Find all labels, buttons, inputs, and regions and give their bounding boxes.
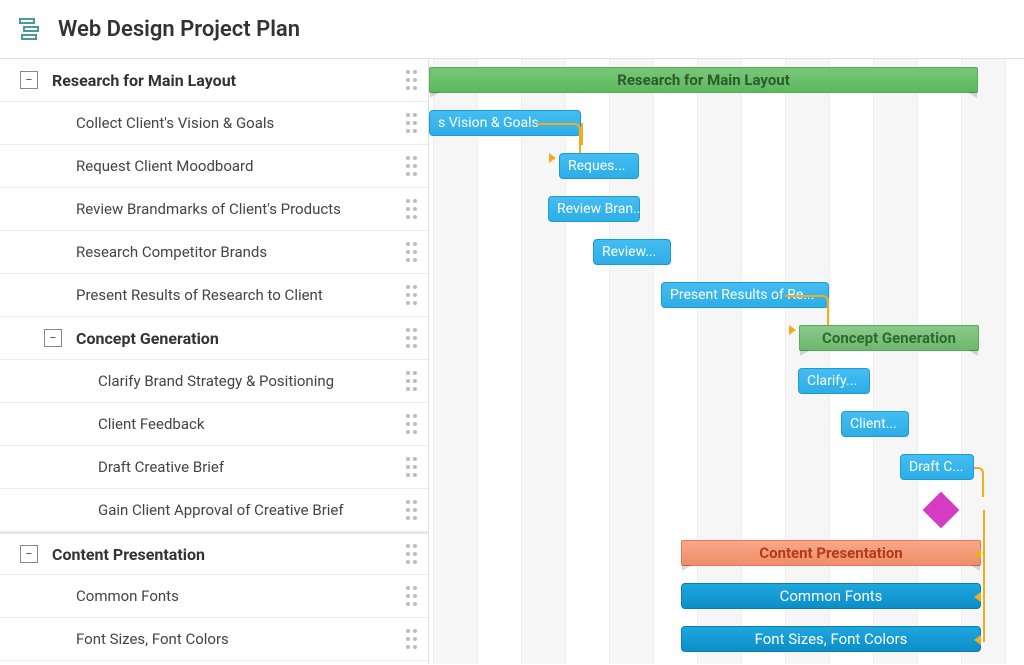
drag-handle-icon[interactable] bbox=[404, 446, 418, 488]
task-label: Present Results of Research to Client bbox=[76, 286, 323, 304]
task-bar[interactable]: Client... bbox=[841, 411, 909, 437]
task-bar[interactable]: Reques... bbox=[559, 153, 639, 179]
collapse-toggle[interactable]: − bbox=[20, 71, 38, 89]
header: Web Design Project Plan bbox=[0, 0, 1024, 58]
gantt-icon bbox=[18, 16, 44, 42]
task-label: Font Sizes, Font Colors bbox=[76, 630, 229, 648]
task-row[interactable]: Common Fonts bbox=[0, 575, 428, 618]
task-bar[interactable]: Clarify... bbox=[798, 368, 870, 394]
task-row[interactable]: Request Client Moodboard bbox=[0, 145, 428, 188]
bar-label: Font Sizes, Font Colors bbox=[755, 630, 908, 648]
group-row-research[interactable]: − Research for Main Layout bbox=[0, 59, 428, 102]
dependency-line bbox=[981, 512, 985, 552]
bar-label: Draft C... bbox=[909, 459, 963, 475]
task-row[interactable]: Collect Client's Vision & Goals bbox=[0, 102, 428, 145]
drag-handle-icon[interactable] bbox=[404, 231, 418, 273]
bar-label: Research for Main Layout bbox=[617, 71, 790, 89]
drag-handle-icon[interactable] bbox=[404, 145, 418, 187]
collapse-toggle[interactable]: − bbox=[20, 545, 38, 563]
bar-label: Common Fonts bbox=[780, 587, 883, 605]
dependency-arrow-icon bbox=[974, 635, 981, 645]
page-title: Web Design Project Plan bbox=[58, 17, 300, 42]
drag-handle-icon[interactable] bbox=[404, 59, 418, 101]
drag-handle-icon[interactable] bbox=[404, 188, 418, 230]
body: − Research for Main Layout Collect Clien… bbox=[0, 58, 1024, 664]
task-row[interactable]: Draft Creative Brief bbox=[0, 446, 428, 489]
drag-handle-icon[interactable] bbox=[404, 274, 418, 316]
drag-handle-icon[interactable] bbox=[404, 534, 418, 574]
task-bar[interactable]: Common Fonts bbox=[681, 583, 981, 609]
task-label: Review Brandmarks of Client's Products bbox=[76, 200, 341, 218]
task-label: Draft Creative Brief bbox=[98, 458, 224, 476]
group-label: Concept Generation bbox=[76, 329, 219, 348]
task-label: Request Client Moodboard bbox=[76, 157, 253, 175]
task-label: Client Feedback bbox=[98, 415, 204, 433]
drag-handle-icon[interactable] bbox=[404, 102, 418, 144]
milestone-diamond-icon[interactable] bbox=[923, 492, 960, 529]
bar-label: s Vision & Goals bbox=[438, 115, 539, 131]
drag-handle-icon[interactable] bbox=[404, 618, 418, 660]
summary-bar-concept[interactable]: Concept Generation bbox=[799, 325, 979, 351]
drag-handle-icon[interactable] bbox=[404, 317, 418, 359]
task-row[interactable]: Review Brandmarks of Client's Products bbox=[0, 188, 428, 231]
summary-bar-research[interactable]: Research for Main Layout bbox=[429, 67, 978, 93]
task-bar[interactable]: Draft C... bbox=[900, 454, 974, 480]
summary-bar-content[interactable]: Content Presentation bbox=[681, 540, 981, 566]
drag-handle-icon[interactable] bbox=[404, 575, 418, 617]
task-row[interactable]: Research Competitor Brands bbox=[0, 231, 428, 274]
drag-handle-icon[interactable] bbox=[404, 489, 418, 531]
task-row[interactable]: Present Results of Research to Client bbox=[0, 274, 428, 317]
bar-label: Clarify... bbox=[807, 373, 857, 389]
group-row-content[interactable]: − Content Presentation bbox=[0, 532, 428, 575]
bar-label: Review... bbox=[602, 244, 656, 260]
task-bar[interactable]: Font Sizes, Font Colors bbox=[681, 626, 981, 652]
task-tree: − Research for Main Layout Collect Clien… bbox=[0, 59, 429, 664]
task-label: Collect Client's Vision & Goals bbox=[76, 114, 274, 132]
task-bar[interactable]: Review Bran... bbox=[548, 196, 640, 222]
bar-label: Review Bran... bbox=[557, 201, 644, 217]
group-label: Research for Main Layout bbox=[52, 71, 236, 90]
collapse-toggle[interactable]: − bbox=[44, 329, 62, 347]
dependency-line bbox=[581, 123, 583, 145]
drag-handle-icon[interactable] bbox=[404, 360, 418, 402]
task-label: Clarify Brand Strategy & Positioning bbox=[98, 372, 334, 390]
bar-label: Content Presentation bbox=[759, 544, 902, 562]
task-row[interactable]: Font Sizes, Font Colors bbox=[0, 618, 428, 661]
gantt-bars: Research for Main Layout s Vision & Goal… bbox=[429, 59, 1024, 664]
group-row-concept[interactable]: − Concept Generation bbox=[0, 317, 428, 360]
dependency-arrow-icon bbox=[974, 549, 981, 559]
task-row[interactable]: Clarify Brand Strategy & Positioning bbox=[0, 360, 428, 403]
gantt-chart[interactable]: Research for Main Layout s Vision & Goal… bbox=[429, 59, 1024, 664]
task-label: Common Fonts bbox=[76, 587, 179, 605]
bar-label: Reques... bbox=[568, 158, 625, 174]
task-bar[interactable]: Review... bbox=[593, 239, 671, 265]
task-row[interactable]: Client Feedback bbox=[0, 403, 428, 446]
task-label: Gain Client Approval of Creative Brief bbox=[98, 501, 344, 519]
bar-label: Concept Generation bbox=[822, 329, 956, 347]
dependency-arrow-icon bbox=[974, 592, 981, 602]
task-label: Research Competitor Brands bbox=[76, 243, 267, 261]
task-row[interactable]: Gain Client Approval of Creative Brief bbox=[0, 489, 428, 532]
bar-label: Client... bbox=[850, 416, 897, 432]
drag-handle-icon[interactable] bbox=[404, 403, 418, 445]
group-label: Content Presentation bbox=[52, 545, 205, 564]
